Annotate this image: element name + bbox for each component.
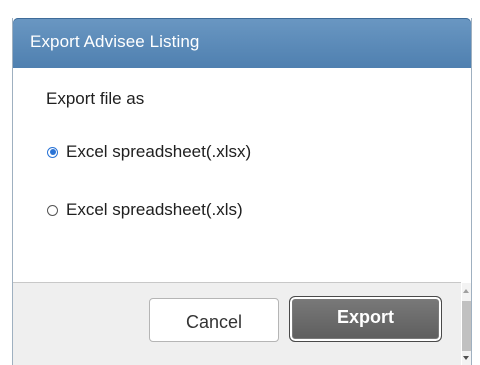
scroll-thumb[interactable] [462, 301, 471, 351]
option-xls-label: Excel spreadsheet(.xls) [66, 200, 243, 219]
option-xls[interactable]: Excel spreadsheet(.xls) [47, 200, 243, 220]
dialog-titlebar: Export Advisee Listing [13, 18, 471, 68]
vertical-scrollbar[interactable] [462, 283, 471, 365]
radio-xls[interactable] [47, 204, 58, 216]
option-xlsx[interactable]: Excel spreadsheet(.xlsx) [47, 142, 251, 162]
option-xlsx-label: Excel spreadsheet(.xlsx) [66, 142, 252, 161]
export-format-label: Export file as [46, 89, 145, 108]
scroll-down-arrow-icon[interactable] [463, 356, 469, 360]
radio-xlsx[interactable] [47, 146, 58, 158]
export-dialog: Export Advisee Listing Export file as Ex… [12, 18, 472, 365]
cancel-button[interactable]: Cancel [149, 298, 279, 342]
export-button[interactable]: Export [289, 296, 442, 342]
scroll-up-arrow-icon[interactable] [463, 289, 469, 293]
dialog-title: Export Advisee Listing [30, 32, 200, 51]
